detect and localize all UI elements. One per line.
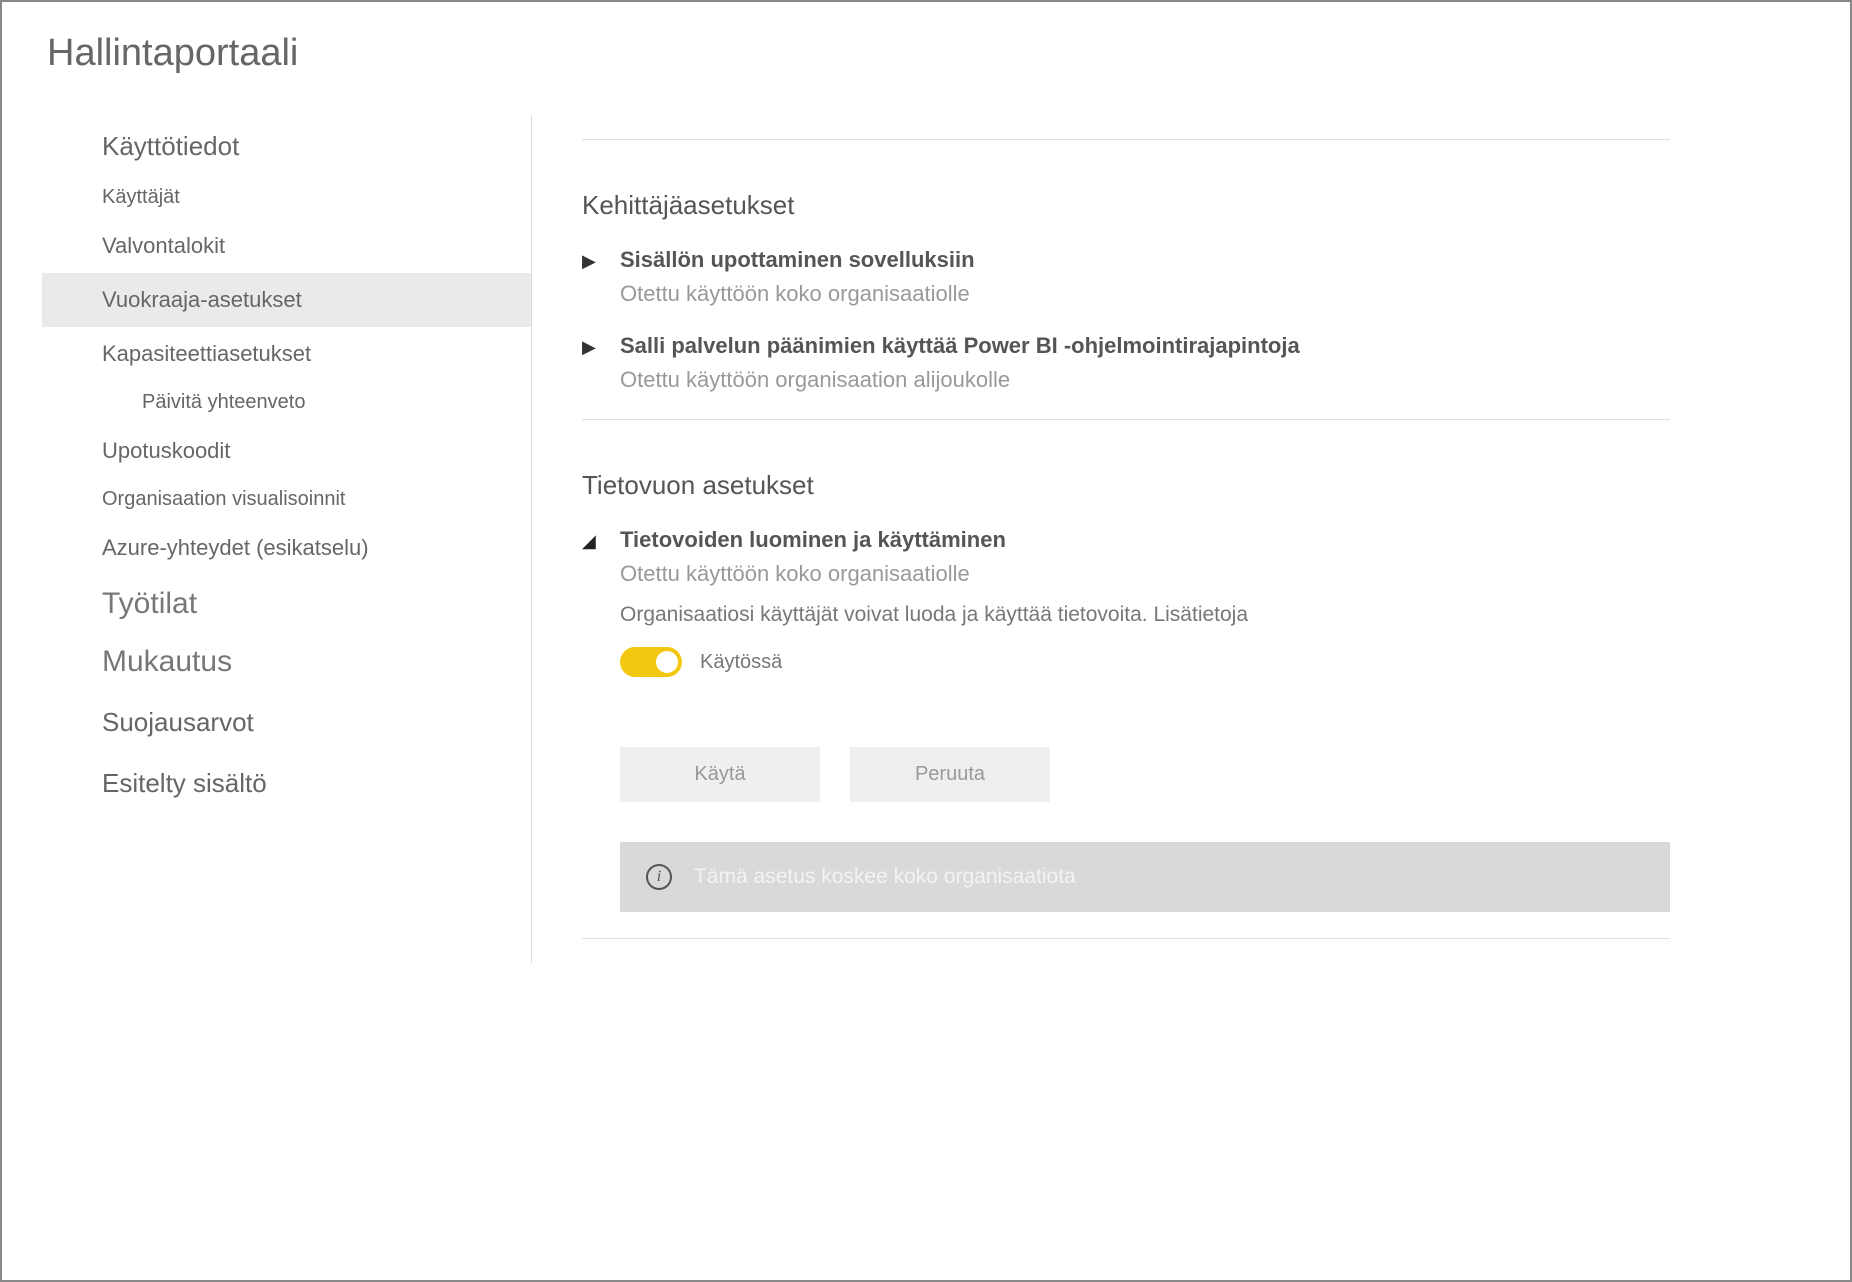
- setting-subtitle: Otettu käyttöön organisaation alijoukoll…: [620, 367, 1670, 393]
- sidebar-item-organisaation-visualisoinnit[interactable]: Organisaation visualisoinnit: [42, 478, 531, 521]
- sidebar: Käyttötiedot Käyttäjät Valvontalokit Vuo…: [42, 115, 532, 963]
- toggle-label: Käytössä: [700, 651, 782, 674]
- divider: [582, 419, 1670, 420]
- caret-right-icon: ▶: [582, 251, 602, 272]
- setting-create-dataflows[interactable]: ◢ Tietovoiden luominen ja käyttäminen Ot…: [582, 527, 1670, 912]
- page-title: Hallintaportaali: [47, 32, 1810, 75]
- sidebar-item-tyotilat[interactable]: Työtilat: [42, 575, 531, 633]
- sidebar-item-kapasiteettiasetukset[interactable]: Kapasiteettiasetukset: [42, 327, 531, 381]
- enable-toggle[interactable]: [620, 647, 682, 677]
- divider: [582, 938, 1670, 939]
- setting-title: Tietovoiden luominen ja käyttäminen: [620, 527, 1670, 553]
- sidebar-item-kayttajat[interactable]: Käyttäjät: [42, 176, 531, 219]
- setting-service-principals[interactable]: ▶ Salli palvelun päänimien käyttää Power…: [582, 333, 1670, 393]
- sidebar-item-mukautus[interactable]: Mukautus: [42, 633, 531, 691]
- sidebar-item-upotuskoodit[interactable]: Upotuskoodit: [42, 424, 531, 478]
- divider: [582, 139, 1670, 140]
- section-title-developer: Kehittäjäasetukset: [582, 190, 1670, 221]
- info-banner-text: Tämä asetus koskee koko organisaatiota: [694, 865, 1076, 889]
- setting-subtitle: Otettu käyttöön koko organisaatiolle: [620, 281, 1670, 307]
- sidebar-item-suojausarvot[interactable]: Suojausarvot: [42, 691, 531, 752]
- setting-title: Salli palvelun päänimien käyttää Power B…: [620, 333, 1670, 359]
- sidebar-item-paivita-yhteenveto[interactable]: Päivitä yhteenveto: [42, 381, 531, 424]
- sidebar-item-kayttotiedot[interactable]: Käyttötiedot: [42, 115, 531, 176]
- caret-right-icon: ▶: [582, 337, 602, 358]
- sidebar-item-esitelty-sisalto[interactable]: Esitelty sisältö: [42, 752, 531, 813]
- sidebar-item-valvontalokit[interactable]: Valvontalokit: [42, 219, 531, 273]
- setting-embed-content[interactable]: ▶ Sisällön upottaminen sovelluksiin Otet…: [582, 247, 1670, 307]
- caret-down-icon: ◢: [582, 531, 602, 552]
- info-banner: i Tämä asetus koskee koko organisaatiota: [620, 842, 1670, 912]
- info-icon: i: [646, 864, 672, 890]
- setting-title: Sisällön upottaminen sovelluksiin: [620, 247, 1670, 273]
- sidebar-item-vuokraaja-asetukset[interactable]: Vuokraaja-asetukset: [42, 273, 531, 327]
- sidebar-item-azure-yhteydet[interactable]: Azure-yhteydet (esikatselu): [42, 521, 531, 575]
- setting-description: Organisaatiosi käyttäjät voivat luoda ja…: [620, 603, 1670, 627]
- section-title-dataflow: Tietovuon asetukset: [582, 470, 1670, 501]
- apply-button[interactable]: Käytä: [620, 747, 820, 802]
- cancel-button[interactable]: Peruuta: [850, 747, 1050, 802]
- main-content: Kehittäjäasetukset ▶ Sisällön upottamine…: [532, 115, 1810, 963]
- setting-subtitle: Otettu käyttöön koko organisaatiolle: [620, 561, 1670, 587]
